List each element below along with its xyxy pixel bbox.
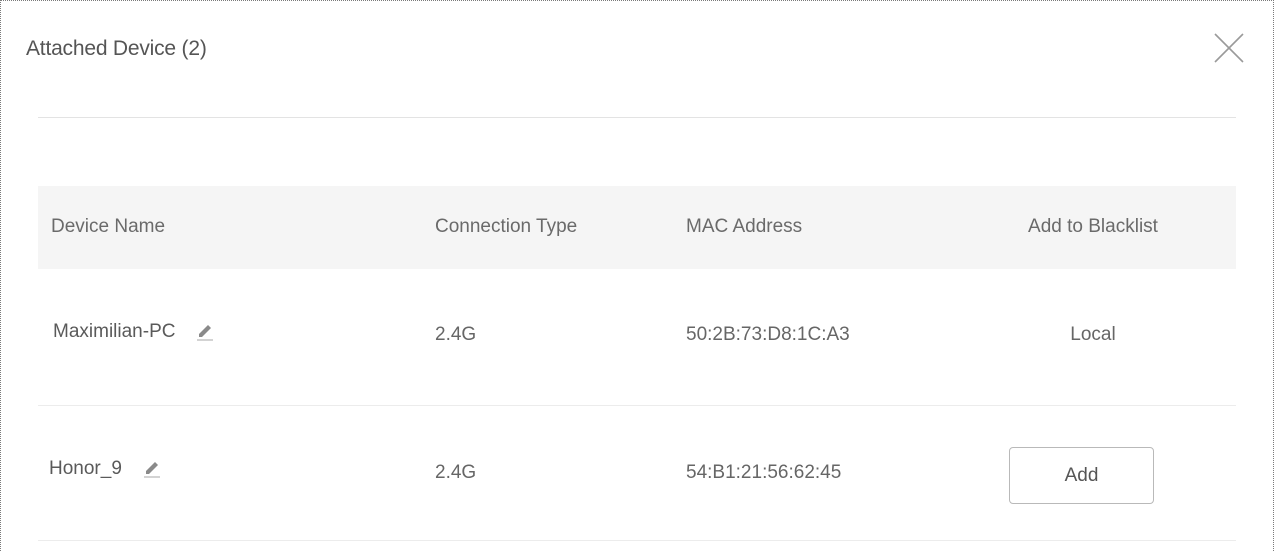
title-divider bbox=[38, 117, 1236, 118]
add-to-blacklist-button[interactable]: Add bbox=[1009, 447, 1154, 504]
table-row: Honor_9 2.4G 54:B1:21:56:62:45 Add bbox=[38, 406, 1236, 541]
dialog-title: Attached Device (2) bbox=[26, 37, 207, 60]
device-name-cell: Maximilian-PC bbox=[53, 321, 215, 343]
table-header: Device Name Connection Type MAC Address … bbox=[38, 186, 1236, 269]
mac-address: 54:B1:21:56:62:45 bbox=[686, 462, 842, 483]
attached-device-dialog: Attached Device (2) Device Name Connecti… bbox=[0, 0, 1274, 551]
table-row: Maximilian-PC 2.4G 50:2B:73:D8:1C:A3 Loc… bbox=[38, 269, 1236, 406]
mac-address: 50:2B:73:D8:1C:A3 bbox=[686, 324, 850, 345]
pencil-icon[interactable] bbox=[195, 322, 215, 342]
connection-type: 2.4G bbox=[435, 324, 477, 345]
header-mac-address: MAC Address bbox=[686, 216, 803, 237]
pencil-icon[interactable] bbox=[142, 459, 162, 479]
header-device-name: Device Name bbox=[51, 216, 166, 237]
device-name-cell: Honor_9 bbox=[49, 458, 162, 480]
header-connection-type: Connection Type bbox=[435, 216, 578, 237]
device-name: Honor_9 bbox=[49, 458, 122, 479]
header-add-to-blacklist: Add to Blacklist bbox=[1028, 216, 1158, 237]
device-name: Maximilian-PC bbox=[53, 321, 176, 342]
connection-type: 2.4G bbox=[435, 462, 477, 483]
close-icon[interactable] bbox=[1214, 33, 1244, 63]
device-table: Device Name Connection Type MAC Address … bbox=[38, 186, 1236, 541]
blacklist-status-local: Local bbox=[1070, 324, 1116, 345]
